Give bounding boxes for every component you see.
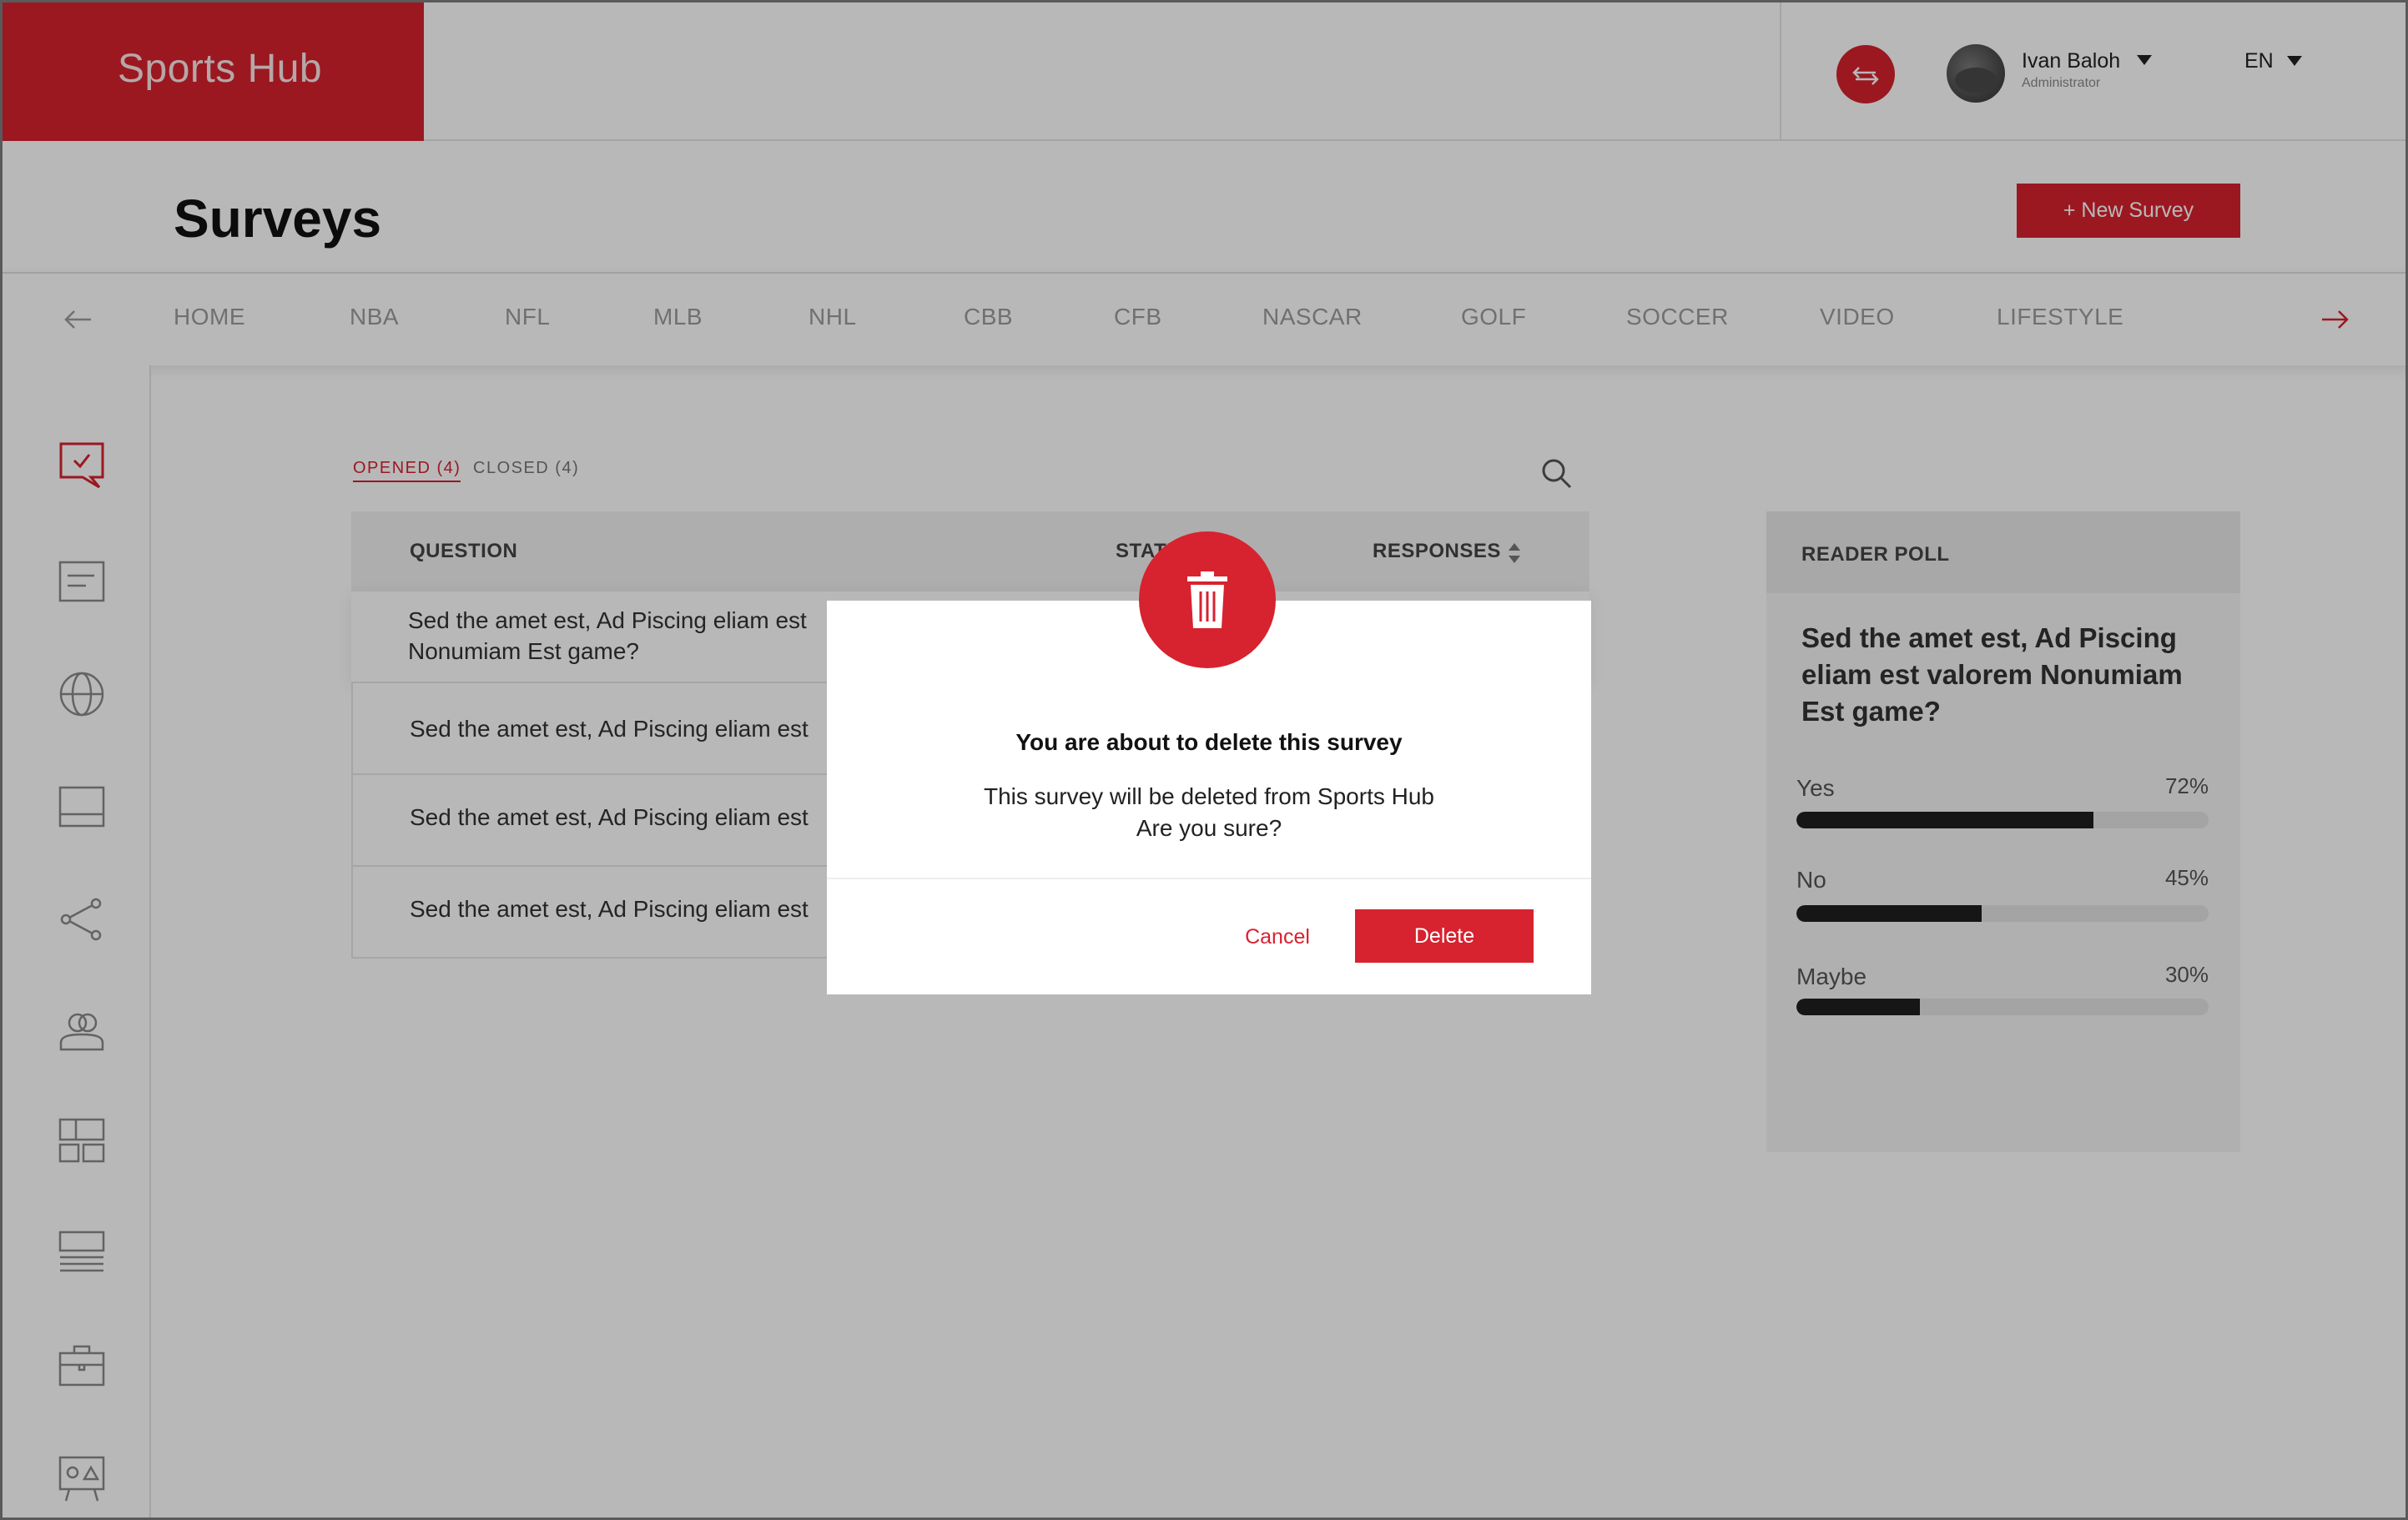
dialog-divider (827, 878, 1591, 879)
dialog-title: You are about to delete this survey (1015, 729, 1403, 755)
page: Sports Hub Ivan Baloh Administrator EN S… (0, 0, 2408, 1520)
delete-button[interactable]: Delete (1355, 909, 1534, 963)
cancel-button[interactable]: Cancel (1227, 911, 1327, 963)
dialog-message: This survey will be deleted from Sports … (827, 781, 1591, 844)
trash-icon (1187, 571, 1227, 628)
dialog-message-line: This survey will be deleted from Sports … (984, 783, 1434, 809)
dialog-badge (1139, 531, 1276, 668)
dialog-message-line: Are you sure? (1136, 815, 1282, 841)
